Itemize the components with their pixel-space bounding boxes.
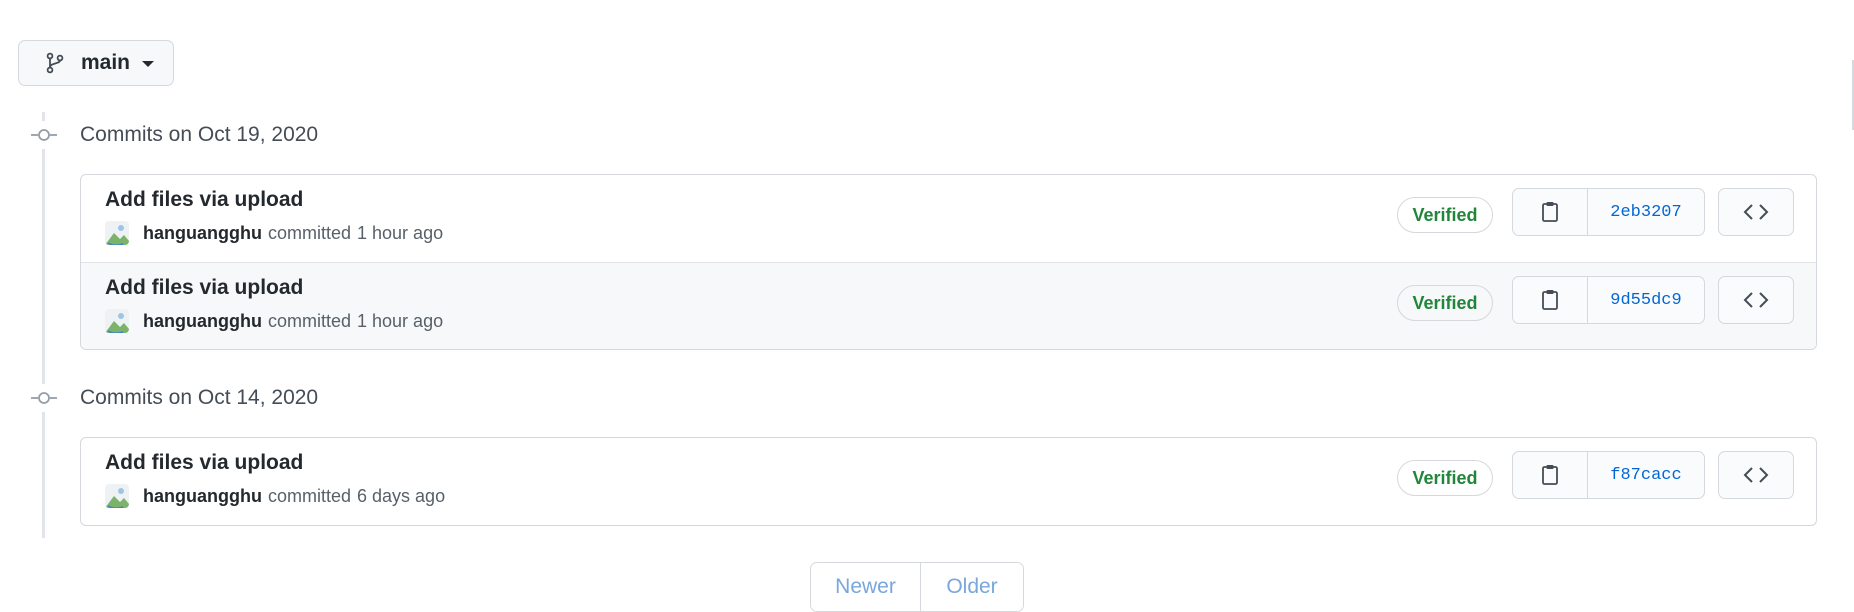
browse-repo-button[interactable]	[1718, 188, 1794, 236]
commit-group-date: Commits on Oct 19, 2020	[80, 123, 319, 146]
commit-time: 6 days ago	[357, 485, 446, 506]
commit-time: 1 hour ago	[357, 222, 444, 243]
caret-down-icon	[142, 61, 155, 67]
verified-badge[interactable]: Verified	[1397, 197, 1493, 233]
commit-action-text: committed	[267, 310, 352, 331]
git-branch-icon	[45, 52, 67, 74]
clipboard-icon	[1542, 202, 1558, 222]
code-icon	[1743, 292, 1769, 308]
browse-repo-button[interactable]	[1718, 276, 1794, 324]
commit-author-link[interactable]: hanguangghu	[143, 311, 262, 332]
commit-title-link[interactable]: Add files via upload	[105, 276, 303, 300]
commit-sha-link[interactable]: 9d55dc9	[1588, 277, 1704, 323]
code-icon	[1743, 204, 1769, 220]
copy-sha-button[interactable]	[1513, 277, 1588, 323]
commit-meta: hanguangghu committed 1 hour ago	[105, 221, 443, 245]
commit-group-header: Commits on Oct 14, 2020	[30, 383, 318, 413]
commit-sha-link[interactable]: f87cacc	[1588, 452, 1704, 498]
verified-badge[interactable]: Verified	[1397, 460, 1493, 496]
commit-list: Add files via upload hanguangghu committ…	[80, 174, 1817, 350]
clipboard-icon	[1542, 465, 1558, 485]
timeline-line	[42, 112, 45, 538]
commit-sha-button-group: 2eb3207	[1512, 188, 1705, 236]
commit-time: 1 hour ago	[357, 310, 444, 331]
pagination: Newer Older	[810, 562, 1024, 612]
commit-group-header: Commits on Oct 19, 2020	[30, 120, 318, 150]
commit-row: Add files via upload hanguangghu committ…	[81, 438, 1816, 525]
commit-row: Add files via upload hanguangghu committ…	[81, 175, 1816, 262]
copy-sha-button[interactable]	[1513, 189, 1588, 235]
commit-meta: hanguangghu committed 1 hour ago	[105, 309, 443, 333]
branch-name: main	[81, 51, 131, 74]
commit-sha-button-group: 9d55dc9	[1512, 276, 1705, 324]
commit-list: Add files via upload hanguangghu committ…	[80, 437, 1817, 526]
avatar[interactable]	[105, 309, 129, 333]
avatar[interactable]	[105, 221, 129, 245]
commit-sha-link[interactable]: 2eb3207	[1588, 189, 1704, 235]
git-commit-icon	[30, 384, 58, 412]
commit-row: Add files via upload hanguangghu committ…	[81, 262, 1816, 349]
commit-author-link[interactable]: hanguangghu	[143, 223, 262, 244]
branch-selector-button[interactable]: main	[18, 40, 174, 86]
commit-title-link[interactable]: Add files via upload	[105, 451, 303, 475]
verified-badge[interactable]: Verified	[1397, 285, 1493, 321]
commit-sha-button-group: f87cacc	[1512, 451, 1705, 499]
commit-author-link[interactable]: hanguangghu	[143, 486, 262, 507]
clipboard-icon	[1542, 290, 1558, 310]
avatar[interactable]	[105, 484, 129, 508]
commit-action-text: committed	[267, 485, 352, 506]
commit-title-link[interactable]: Add files via upload	[105, 188, 303, 212]
commit-action-text: committed	[267, 222, 352, 243]
code-icon	[1743, 467, 1769, 483]
commit-group-date: Commits on Oct 14, 2020	[80, 386, 319, 409]
copy-sha-button[interactable]	[1513, 452, 1588, 498]
git-commit-icon	[30, 121, 58, 149]
commit-meta: hanguangghu committed 6 days ago	[105, 484, 445, 508]
browse-repo-button[interactable]	[1718, 451, 1794, 499]
